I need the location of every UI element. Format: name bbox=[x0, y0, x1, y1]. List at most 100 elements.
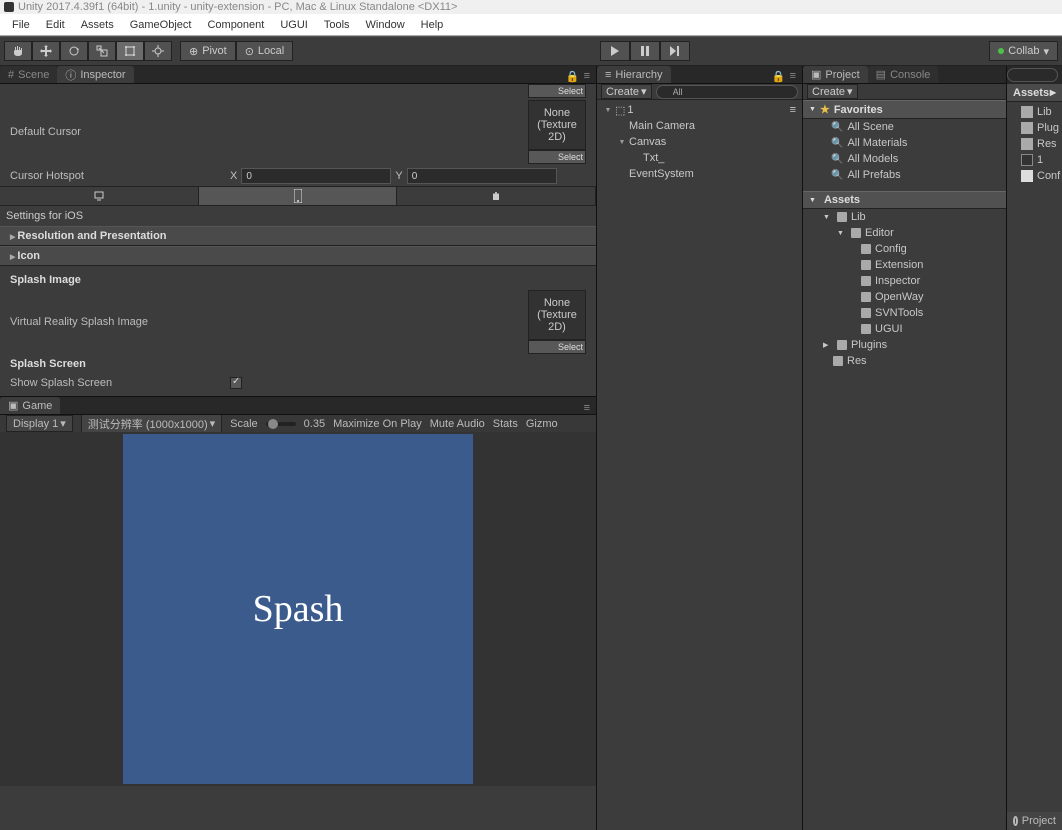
tab-game[interactable]: ▣Game bbox=[0, 397, 60, 414]
folder-icon bbox=[861, 276, 871, 286]
folder-ugui[interactable]: UGUI bbox=[803, 321, 1006, 337]
hierarchy-canvas[interactable]: Canvas bbox=[597, 134, 802, 150]
scale-slider[interactable] bbox=[266, 422, 296, 426]
scale-tool[interactable] bbox=[88, 41, 116, 61]
tab-scene[interactable]: #Scene bbox=[0, 66, 57, 83]
hand-tool[interactable] bbox=[4, 41, 32, 61]
hierarchy-create[interactable]: Create▾ bbox=[601, 84, 652, 99]
step-button[interactable] bbox=[660, 41, 690, 61]
asset-plugins[interactable]: Plug bbox=[1007, 120, 1062, 136]
transform-tool-group bbox=[4, 41, 172, 61]
play-button[interactable] bbox=[600, 41, 630, 61]
pause-button[interactable] bbox=[630, 41, 660, 61]
x-label: X bbox=[230, 170, 237, 182]
default-cursor-texture[interactable]: None(Texture 2D) bbox=[528, 100, 586, 150]
gizmos-toggle[interactable]: Gizmo bbox=[526, 418, 558, 430]
move-tool[interactable] bbox=[32, 41, 60, 61]
hierarchy-tree: ⬚1≡ Main Camera Canvas Txt_ EventSystem bbox=[597, 100, 802, 830]
search-icon: 🔍 bbox=[831, 122, 843, 133]
maximize-toggle[interactable]: Maximize On Play bbox=[333, 418, 422, 430]
select-default-cursor[interactable]: Select bbox=[528, 150, 586, 164]
tab-console[interactable]: ▤Console bbox=[868, 66, 939, 83]
rect-tool[interactable] bbox=[116, 41, 144, 61]
scale-label: Scale bbox=[230, 418, 258, 430]
hierarchy-txt[interactable]: Txt_ bbox=[597, 150, 802, 166]
fav-all-scene[interactable]: 🔍All Scene bbox=[803, 119, 1006, 135]
tab-inspector[interactable]: ⓘInspector bbox=[57, 66, 133, 83]
display-dropdown[interactable]: Display 1▾ bbox=[6, 415, 73, 432]
folder-extension[interactable]: Extension bbox=[803, 257, 1006, 273]
menu-help[interactable]: Help bbox=[413, 14, 452, 35]
asset-scene-1[interactable]: 1 bbox=[1007, 152, 1062, 168]
show-splash-checkbox[interactable] bbox=[230, 377, 242, 389]
folder-openway[interactable]: OpenWay bbox=[803, 289, 1006, 305]
platform-android[interactable] bbox=[397, 187, 596, 205]
hierarchy-tab-menu[interactable]: 🔒≡ bbox=[772, 70, 802, 83]
project-search[interactable] bbox=[1007, 68, 1058, 82]
platform-ios[interactable] bbox=[199, 187, 398, 205]
hierarchy-main-camera[interactable]: Main Camera bbox=[597, 118, 802, 134]
menu-tools[interactable]: Tools bbox=[316, 14, 358, 35]
select-vr-splash[interactable]: Select bbox=[528, 340, 586, 354]
collab-button[interactable]: Collab▾ bbox=[989, 41, 1058, 61]
menu-gameobject[interactable]: GameObject bbox=[122, 14, 200, 35]
folder-lib[interactable]: ▼Lib bbox=[803, 209, 1006, 225]
menu-window[interactable]: Window bbox=[358, 14, 413, 35]
hierarchy-search[interactable] bbox=[656, 85, 798, 99]
section-icon[interactable]: Icon bbox=[0, 246, 596, 266]
folder-plugins[interactable]: ▶Plugins bbox=[803, 337, 1006, 353]
asset-conf[interactable]: Conf bbox=[1007, 168, 1062, 184]
transform-tool[interactable] bbox=[144, 41, 172, 61]
menu-bar: File Edit Assets GameObject Component UG… bbox=[0, 14, 1062, 36]
menu-icon: ≡ bbox=[584, 70, 590, 83]
game-tab-menu[interactable]: ≡ bbox=[584, 402, 596, 414]
menu-component[interactable]: Component bbox=[199, 14, 272, 35]
menu-assets[interactable]: Assets bbox=[73, 14, 122, 35]
assets-breadcrumb[interactable]: Assets▶ bbox=[1007, 84, 1062, 102]
folder-icon bbox=[861, 308, 871, 318]
mute-toggle[interactable]: Mute Audio bbox=[430, 418, 485, 430]
folder-res[interactable]: Res bbox=[803, 353, 1006, 369]
folder-editor[interactable]: ▼Editor bbox=[803, 225, 1006, 241]
stats-toggle[interactable]: Stats bbox=[493, 418, 518, 430]
tab-hierarchy[interactable]: ≡Hierarchy bbox=[597, 66, 671, 83]
folder-config[interactable]: Config bbox=[803, 241, 1006, 257]
menu-ugui[interactable]: UGUI bbox=[272, 14, 316, 35]
file-icon bbox=[1021, 170, 1033, 182]
menu-edit[interactable]: Edit bbox=[38, 14, 73, 35]
project-create[interactable]: Create▾ bbox=[807, 84, 858, 99]
local-toggle[interactable]: ⊙Local bbox=[236, 41, 294, 61]
favorites-header[interactable]: ▼★Favorites bbox=[803, 100, 1006, 119]
hierarchy-eventsystem[interactable]: EventSystem bbox=[597, 166, 802, 182]
asset-res[interactable]: Res bbox=[1007, 136, 1062, 152]
cursor-hotspot-label: Cursor Hotspot bbox=[10, 170, 230, 182]
search-icon: 🔍 bbox=[831, 154, 843, 165]
folder-svntools[interactable]: SVNTools bbox=[803, 305, 1006, 321]
project-panel: ▣Project ▤Console Create▾ ▼★Favorites 🔍A… bbox=[803, 66, 1007, 830]
platform-tabs bbox=[0, 186, 596, 206]
rotate-tool[interactable] bbox=[60, 41, 88, 61]
asset-lib[interactable]: Lib bbox=[1007, 104, 1062, 120]
vr-splash-texture[interactable]: None(Texture 2D) bbox=[528, 290, 586, 340]
fav-all-models[interactable]: 🔍All Models bbox=[803, 151, 1006, 167]
select-button-top[interactable]: Select bbox=[528, 84, 586, 98]
platform-standalone[interactable] bbox=[0, 187, 199, 205]
pivot-toggle[interactable]: ⊕Pivot bbox=[180, 41, 236, 61]
folder-inspector[interactable]: Inspector bbox=[803, 273, 1006, 289]
fav-all-materials[interactable]: 🔍All Materials bbox=[803, 135, 1006, 151]
assets-header[interactable]: ▼Assets bbox=[803, 191, 1006, 209]
search-icon: 🔍 bbox=[831, 138, 843, 149]
tab-project[interactable]: ▣Project bbox=[803, 66, 868, 83]
pivot-group: ⊕Pivot ⊙Local bbox=[180, 41, 293, 61]
folder-icon bbox=[861, 244, 871, 254]
tab-lock-menu[interactable]: 🔒≡ bbox=[566, 70, 596, 83]
hotspot-x-input[interactable] bbox=[241, 168, 391, 184]
window-title-bar: Unity 2017.4.39f1 (64bit) - 1.unity - un… bbox=[0, 0, 1062, 14]
menu-file[interactable]: File bbox=[4, 14, 38, 35]
fav-all-prefabs[interactable]: 🔍All Prefabs bbox=[803, 167, 1006, 183]
resolution-dropdown[interactable]: 测试分辨率 (1000x1000)▾ bbox=[81, 414, 222, 434]
scene-root[interactable]: ⬚1≡ bbox=[597, 102, 802, 118]
hotspot-y-input[interactable] bbox=[407, 168, 557, 184]
game-view: Spash bbox=[0, 432, 596, 786]
section-resolution[interactable]: Resolution and Presentation bbox=[0, 226, 596, 246]
